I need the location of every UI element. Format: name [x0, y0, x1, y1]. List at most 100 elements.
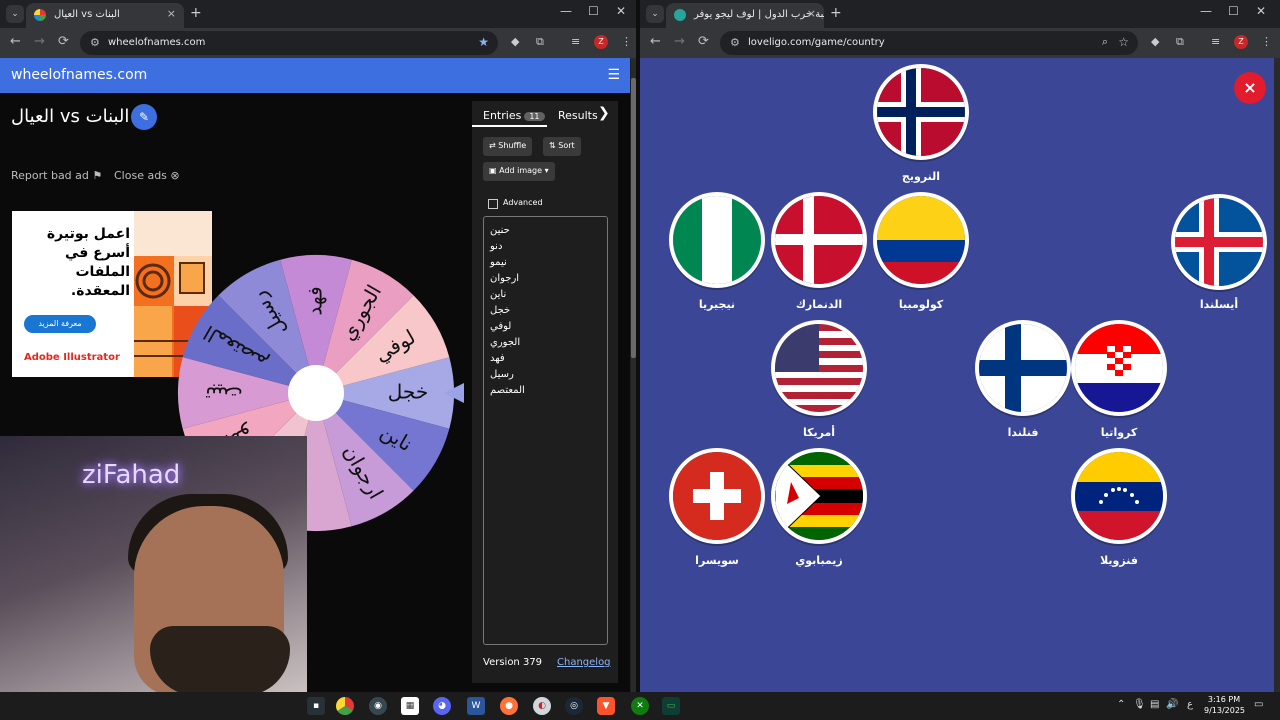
window-close-icon[interactable]: ✕ [1256, 4, 1266, 18]
bookmark-star-icon[interactable]: ★ [478, 35, 489, 49]
forward-icon[interactable]: → [674, 34, 685, 49]
flag-norway[interactable] [873, 64, 969, 160]
shuffle-button[interactable]: ⇄ Shuffle [483, 137, 533, 156]
changelog-link[interactable]: Changelog [557, 657, 611, 668]
notifications-icon[interactable]: ▭ [1254, 699, 1263, 710]
entries-textarea[interactable]: حنين دنو نيمو ارجوان ناين خجل لوفي الجور… [483, 216, 608, 645]
shuffle-icon: ⇄ [489, 141, 496, 150]
extension-diamond-icon[interactable]: ◆ [511, 35, 519, 48]
game-close-button[interactable]: × [1234, 72, 1266, 104]
entries-count-badge: 11 [524, 112, 545, 121]
clock[interactable]: 3:16 PM 9/13/2025 [1204, 694, 1245, 716]
firefox-icon[interactable]: ● [500, 697, 518, 715]
next-arrow-icon[interactable]: ❯ [598, 105, 610, 121]
profile-avatar[interactable]: Z [1234, 35, 1248, 49]
back-icon[interactable]: ← [650, 34, 661, 49]
dropdown-caret-icon: ▾ [544, 166, 549, 175]
reload-icon[interactable]: ⟳ [58, 34, 69, 49]
maximize-icon[interactable]: ☐ [588, 4, 599, 18]
zoom-icon[interactable]: ⌕ [1102, 35, 1108, 49]
forward-icon[interactable]: → [34, 34, 45, 49]
close-ads-link[interactable]: Close ads ⊗ [114, 169, 180, 182]
flag-croatia[interactable] [1071, 320, 1167, 416]
extension-diamond-icon[interactable]: ◆ [1151, 35, 1159, 48]
tab-results[interactable]: Results [558, 109, 598, 122]
terminal-icon[interactable]: ▭ [662, 697, 680, 715]
site-info-icon[interactable]: ⚙ [730, 36, 740, 49]
language-indicator[interactable]: ع [1187, 699, 1193, 710]
flag-iceland[interactable] [1171, 194, 1267, 290]
media-icon[interactable]: ≡ [1211, 35, 1220, 48]
network-icon[interactable]: ▤ [1150, 699, 1159, 710]
edge-icon[interactable]: ◐ [533, 697, 551, 715]
flag-usa[interactable] [771, 320, 867, 416]
tray-chevron-icon[interactable]: ⌃ [1117, 699, 1125, 710]
minimize-icon[interactable]: — [560, 4, 572, 18]
flag-nigeria[interactable] [669, 192, 765, 288]
tab-search-icon[interactable]: ⌄ [6, 5, 24, 23]
store-icon[interactable]: ▦ [401, 697, 419, 715]
version-text: Version 379 [483, 657, 543, 668]
site-info-icon[interactable]: ⚙ [90, 36, 100, 49]
address-bar[interactable]: ⚙ wheelofnames.com ★ [80, 31, 498, 55]
tab-wheel[interactable]: العيال vs البنات × [26, 3, 184, 28]
brave-icon[interactable]: ▼ [597, 697, 615, 715]
back-icon[interactable]: ← [10, 34, 21, 49]
volume-icon[interactable]: 🔊 [1166, 699, 1178, 710]
address-bar[interactable]: ⚙ loveligo.com/game/country ⌕ ☆ [720, 31, 1138, 55]
word-icon[interactable]: W [467, 697, 485, 715]
chrome-icon[interactable] [336, 697, 354, 715]
flag-finland[interactable] [975, 320, 1071, 416]
ad-learn-more-button[interactable]: معرفة المزيد [24, 315, 96, 333]
new-tab-icon[interactable]: + [190, 5, 202, 21]
flag-colombia[interactable] [873, 192, 969, 288]
sort-button[interactable]: ⇅ Sort [543, 137, 581, 156]
flag-switzerland[interactable] [669, 448, 765, 544]
obs-icon[interactable]: ◉ [369, 697, 387, 715]
hamburger-menu-icon[interactable]: ☰ [607, 67, 620, 83]
site-logo[interactable]: wheelofnames.com [11, 67, 147, 83]
left-browser-window: ⌄ العيال vs البنات × + — ☐ ✕ ← → ⟳ ⚙ whe… [0, 0, 636, 692]
close-tab-icon[interactable]: × [807, 7, 816, 20]
extensions-puzzle-icon[interactable]: ⧉ [536, 35, 544, 49]
tab-loveligo[interactable]: لعبة حرب الدول | لوف ليجو يوفر... × [666, 3, 824, 28]
tab-search-icon[interactable]: ⌄ [646, 5, 664, 23]
nigeria-flag-icon [673, 196, 761, 284]
profile-avatar[interactable]: Z [594, 35, 608, 49]
bookmark-star-icon[interactable]: ☆ [1118, 35, 1129, 49]
advanced-checkbox[interactable] [488, 199, 498, 209]
wheel-hub[interactable] [288, 365, 344, 421]
report-bad-ad-link[interactable]: Report bad ad ⚑ [11, 169, 102, 182]
entry-line: خجل [490, 305, 511, 316]
maximize-icon[interactable]: ☐ [1228, 4, 1239, 18]
advanced-label: Advanced [503, 198, 543, 207]
flag-denmark[interactable] [771, 192, 867, 288]
reload-icon[interactable]: ⟳ [698, 34, 709, 49]
country-name: النرويج [901, 170, 941, 183]
add-image-button[interactable]: ▣ Add image ▾ [483, 162, 555, 181]
entry-line: دنو [490, 241, 503, 252]
app-icon[interactable]: ▪ [307, 697, 325, 715]
window-close-icon[interactable]: ✕ [616, 4, 626, 18]
flag-zimbabwe[interactable] [771, 448, 867, 544]
close-tab-icon[interactable]: × [167, 7, 176, 20]
microphone-icon[interactable]: 🎙 [1133, 699, 1146, 710]
tab-entries[interactable]: Entries 11 [483, 109, 545, 122]
minimize-icon[interactable]: — [1200, 4, 1212, 18]
right-scrollbar[interactable] [1274, 58, 1280, 692]
tab-entries-label: Entries [483, 109, 522, 122]
entry-line: حنين [490, 225, 510, 236]
wheel-segment-label: تبيت [205, 383, 242, 407]
flag-venezuela[interactable] [1071, 448, 1167, 544]
pencil-icon: ✎ [138, 110, 150, 124]
extensions-puzzle-icon[interactable]: ⧉ [1176, 35, 1184, 49]
active-tab-indicator [472, 125, 547, 127]
xbox-icon[interactable]: ✕ [631, 697, 649, 715]
new-tab-icon[interactable]: + [830, 5, 842, 21]
discord-icon[interactable]: ◕ [433, 697, 451, 715]
edit-title-button[interactable]: ✎ [131, 104, 157, 130]
menu-dots-icon[interactable]: ⋮ [621, 35, 632, 48]
media-icon[interactable]: ≡ [571, 35, 580, 48]
steam-icon[interactable]: ◎ [565, 697, 583, 715]
menu-dots-icon[interactable]: ⋮ [1261, 35, 1272, 48]
